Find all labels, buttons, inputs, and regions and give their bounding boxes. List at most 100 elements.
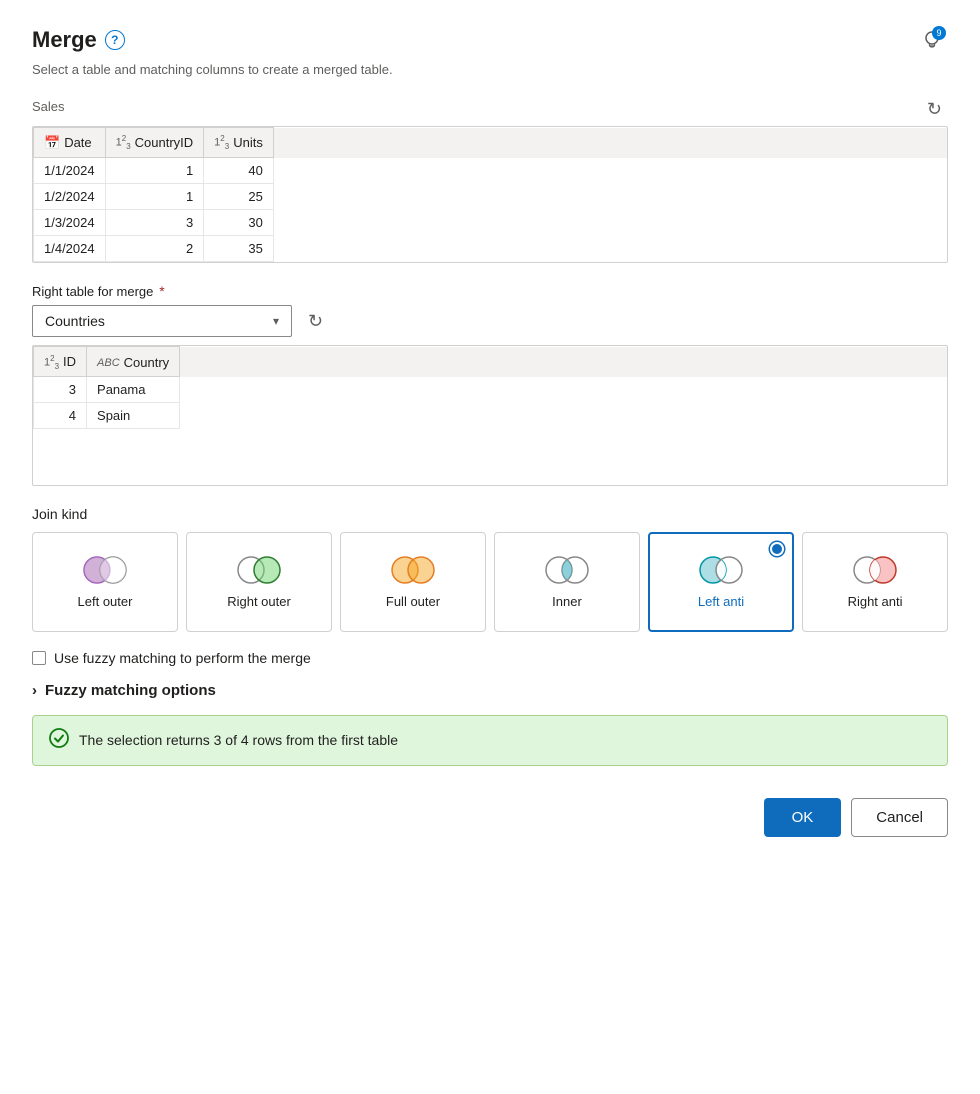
sales-row4-countryid: 2 bbox=[105, 236, 204, 262]
sales-row2-empty bbox=[273, 184, 946, 210]
countries-empty-row2 bbox=[34, 457, 948, 485]
right-outer-label: Right outer bbox=[227, 594, 291, 609]
countries-table-container: 123 ID ABC Country 3 Panama bbox=[32, 345, 948, 486]
join-kind-label: Join kind bbox=[32, 506, 948, 522]
calendar-icon: 📅 bbox=[44, 135, 60, 151]
cancel-button[interactable]: Cancel bbox=[851, 798, 948, 837]
col-country-label: Country bbox=[124, 355, 170, 370]
join-option-full-outer[interactable]: Full outer bbox=[340, 532, 486, 632]
sales-col-countryid[interactable]: 123 CountryID bbox=[105, 128, 204, 158]
countries-table: 123 ID ABC Country 3 Panama bbox=[33, 346, 947, 485]
help-icon[interactable]: ? bbox=[105, 30, 125, 50]
table-row: 1/4/2024 2 35 bbox=[34, 236, 947, 262]
table-row: 1/1/2024 1 40 bbox=[34, 158, 947, 184]
table-row: 1/3/2024 3 30 bbox=[34, 210, 947, 236]
col-countryid-label: CountryID bbox=[135, 135, 194, 150]
text-icon-country: ABC bbox=[97, 357, 120, 369]
table-row: 1/2/2024 1 25 bbox=[34, 184, 947, 210]
countries-row1-id: 3 bbox=[34, 377, 87, 403]
right-outer-venn bbox=[233, 554, 285, 586]
sales-label: Sales bbox=[32, 99, 65, 114]
join-option-right-outer[interactable]: Right outer bbox=[186, 532, 332, 632]
fuzzy-matching-options-header[interactable]: › Fuzzy matching options bbox=[32, 682, 948, 699]
sales-row4-empty bbox=[273, 236, 946, 262]
join-options-container: Left outer Right outer Full outer bbox=[32, 532, 948, 632]
sales-row4-units: 35 bbox=[204, 236, 274, 262]
right-anti-label: Right anti bbox=[848, 594, 903, 609]
right-anti-venn bbox=[849, 554, 901, 586]
right-table-refresh-button[interactable]: ↻ bbox=[302, 309, 329, 334]
left-anti-venn bbox=[695, 554, 747, 586]
page-subtitle: Select a table and matching columns to c… bbox=[32, 62, 948, 77]
left-outer-venn bbox=[79, 554, 131, 586]
sales-table: 📅 Date 123 CountryID 123 Units bbox=[33, 127, 947, 262]
sales-row1-empty bbox=[273, 158, 946, 184]
number-icon-id: 123 bbox=[44, 354, 59, 371]
left-anti-label: Left anti bbox=[698, 594, 744, 609]
result-text: The selection returns 3 of 4 rows from t… bbox=[79, 732, 398, 748]
right-table-label-text: Right table for merge bbox=[32, 284, 153, 299]
sales-row2-date: 1/2/2024 bbox=[34, 184, 106, 210]
right-table-label: Right table for merge * bbox=[32, 283, 165, 299]
sales-col-units[interactable]: 123 Units bbox=[204, 128, 274, 158]
fuzzy-matching-checkbox[interactable] bbox=[32, 651, 46, 665]
right-table-dropdown[interactable]: Countries ▾ bbox=[32, 305, 292, 337]
sales-row3-date: 1/3/2024 bbox=[34, 210, 106, 236]
full-outer-venn bbox=[387, 554, 439, 586]
ok-button[interactable]: OK bbox=[764, 798, 842, 837]
fuzzy-matching-row: Use fuzzy matching to perform the merge bbox=[32, 650, 948, 666]
title-area: Merge ? bbox=[32, 27, 125, 53]
sales-refresh-button[interactable]: ↻ bbox=[921, 97, 948, 122]
sales-table-header: Sales ↻ bbox=[32, 97, 948, 122]
footer-buttons: OK Cancel bbox=[32, 790, 948, 837]
fuzzy-options-label: Fuzzy matching options bbox=[45, 682, 216, 699]
countries-empty-row1 bbox=[34, 429, 948, 457]
sales-col-date[interactable]: 📅 Date bbox=[34, 128, 106, 158]
result-bar: The selection returns 3 of 4 rows from t… bbox=[32, 715, 948, 766]
inner-label: Inner bbox=[552, 594, 582, 609]
required-indicator: * bbox=[159, 283, 164, 299]
full-outer-label: Full outer bbox=[386, 594, 440, 609]
chevron-down-icon: ▾ bbox=[273, 314, 279, 328]
col-id-label: ID bbox=[63, 354, 76, 369]
join-option-left-outer[interactable]: Left outer bbox=[32, 532, 178, 632]
header: Merge ? 9 bbox=[32, 24, 948, 56]
sales-row4-date: 1/4/2024 bbox=[34, 236, 106, 262]
sales-row2-countryid: 1 bbox=[105, 184, 204, 210]
sales-row2-units: 25 bbox=[204, 184, 274, 210]
countries-row2-id: 4 bbox=[34, 403, 87, 429]
join-option-left-anti[interactable]: Left anti bbox=[648, 532, 794, 632]
inner-venn bbox=[541, 554, 593, 586]
sales-row3-units: 30 bbox=[204, 210, 274, 236]
number-icon-2: 123 bbox=[214, 134, 229, 151]
countries-col-country[interactable]: ABC Country bbox=[87, 347, 180, 377]
chevron-right-icon: › bbox=[32, 682, 37, 699]
join-option-right-anti[interactable]: Right anti bbox=[802, 532, 948, 632]
join-option-inner[interactable]: Inner bbox=[494, 532, 640, 632]
notification-badge: 9 bbox=[932, 26, 946, 40]
countries-col-empty bbox=[180, 347, 947, 377]
check-circle-icon bbox=[49, 728, 69, 753]
page-title: Merge bbox=[32, 27, 97, 53]
countries-row1-empty bbox=[180, 377, 947, 403]
left-outer-label: Left outer bbox=[78, 594, 133, 609]
selected-indicator bbox=[770, 542, 784, 556]
table-row: 4 Spain bbox=[34, 403, 948, 429]
sales-row1-units: 40 bbox=[204, 158, 274, 184]
number-icon-1: 123 bbox=[116, 134, 131, 151]
col-date-label: Date bbox=[64, 135, 91, 150]
right-table-header-row: Right table for merge * bbox=[32, 283, 948, 299]
table-row: 3 Panama bbox=[34, 377, 948, 403]
sales-row1-countryid: 1 bbox=[105, 158, 204, 184]
countries-row2-empty bbox=[180, 403, 947, 429]
sales-row3-empty bbox=[273, 210, 946, 236]
countries-row2-country: Spain bbox=[87, 403, 180, 429]
sales-table-container: 📅 Date 123 CountryID 123 Units bbox=[32, 126, 948, 263]
countries-col-id[interactable]: 123 ID bbox=[34, 347, 87, 377]
dropdown-selected-value: Countries bbox=[45, 313, 105, 329]
countries-row1-country: Panama bbox=[87, 377, 180, 403]
sales-row1-date: 1/1/2024 bbox=[34, 158, 106, 184]
notification-button[interactable]: 9 bbox=[916, 24, 948, 56]
sales-col-empty bbox=[273, 128, 946, 158]
fuzzy-matching-label: Use fuzzy matching to perform the merge bbox=[54, 650, 311, 666]
